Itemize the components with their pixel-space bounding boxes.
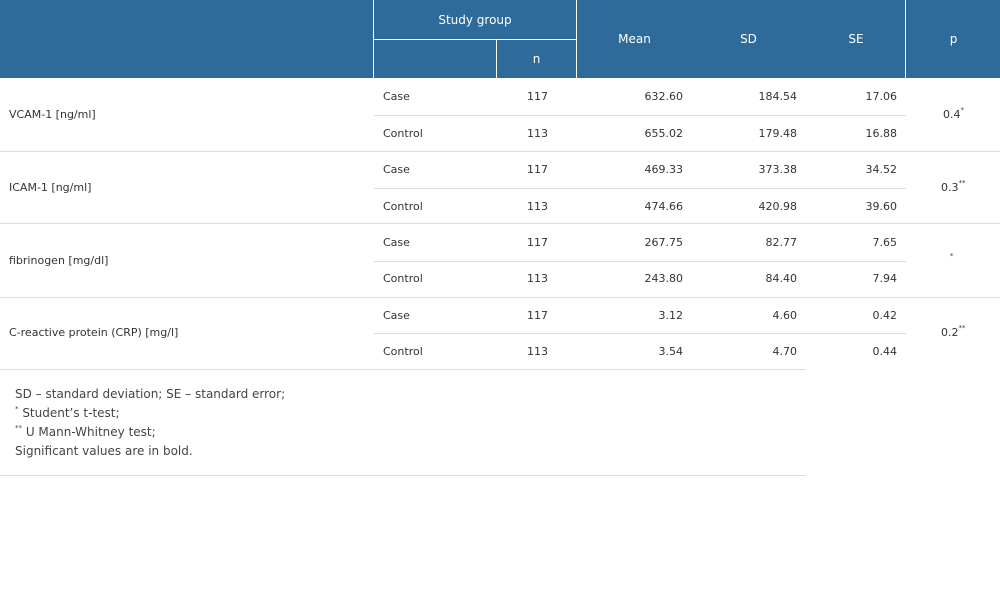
header-divider (374, 39, 576, 40)
sd-cell: 373.38 (758, 163, 798, 176)
p-value-marker: * (950, 252, 954, 260)
n-cell: 113 (527, 345, 548, 358)
header-divider (576, 0, 577, 78)
footnote-abbreviations: SD – standard deviation; SE – standard e… (15, 387, 286, 401)
row-label: ICAM-1 [ng/ml] (9, 181, 92, 194)
row-label: C-reactive protein (CRP) [mg/l] (9, 326, 179, 339)
p-value: 0.3 (941, 181, 959, 194)
header-se: SE (848, 32, 864, 46)
se-cell: 39.60 (865, 200, 898, 213)
header-study-group: Study group (438, 12, 512, 27)
se-cell: 17.06 (865, 90, 898, 103)
se-cell: 0.44 (872, 345, 898, 358)
row-divider (374, 333, 906, 334)
row-divider (374, 188, 906, 189)
sd-cell: 4.60 (772, 309, 798, 322)
row-divider (0, 223, 1000, 224)
footnote-ttest: * Student’s t-test; (15, 404, 285, 423)
group-cell: Control (383, 200, 423, 213)
mean-cell: 474.66 (644, 200, 684, 213)
sd-cell: 420.98 (758, 200, 798, 213)
p-value-marker: ** (958, 324, 966, 332)
group-cell: Control (383, 272, 423, 285)
se-cell: 7.65 (872, 236, 898, 249)
group-cell: Case (383, 236, 410, 249)
group-cell: Case (383, 90, 410, 103)
sd-cell: 184.54 (758, 90, 798, 103)
group-cell: Case (383, 163, 410, 176)
row-divider (0, 297, 1000, 298)
row-divider (374, 261, 906, 262)
mean-cell: 3.54 (658, 345, 684, 358)
n-cell: 113 (527, 127, 548, 140)
table-header: Study group n Mean SD SE p (0, 0, 1000, 78)
footnote-text: Student’s t-test; (18, 406, 120, 420)
row-divider (374, 115, 906, 116)
header-mean: Mean (618, 32, 651, 46)
se-cell: 0.42 (872, 309, 898, 322)
row-label: fibrinogen [mg/dl] (9, 254, 109, 267)
p-value-cell: 0.2** (941, 324, 966, 340)
footnote-mann-whitney: ** U Mann-Whitney test; (15, 423, 285, 442)
header-n: n (532, 52, 541, 66)
footnote-text: U Mann-Whitney test; (22, 425, 156, 439)
mean-cell: 3.12 (658, 309, 684, 322)
mean-cell: 632.60 (644, 90, 684, 103)
group-cell: Control (383, 345, 423, 358)
header-divider (496, 39, 497, 78)
n-cell: 117 (527, 309, 548, 322)
footnotes: SD – standard deviation; SE – standard e… (15, 385, 285, 461)
footnote-marker: ** (15, 424, 22, 432)
header-divider (905, 0, 906, 78)
n-cell: 117 (527, 236, 548, 249)
n-cell: 117 (527, 90, 548, 103)
mean-cell: 243.80 (644, 272, 684, 285)
row-divider (0, 151, 1000, 152)
mean-cell: 469.33 (644, 163, 684, 176)
header-sd: SD (740, 32, 757, 46)
footer-divider (0, 475, 806, 476)
n-cell: 113 (527, 272, 548, 285)
p-value: 0.4 (943, 108, 961, 121)
footnote-bold-note: Significant values are in bold. (15, 444, 193, 458)
sd-cell: 82.77 (765, 236, 798, 249)
se-cell: 7.94 (872, 272, 898, 285)
p-value: 0.2 (941, 326, 959, 339)
p-value-marker: * (960, 106, 965, 114)
sd-cell: 4.70 (772, 345, 798, 358)
row-divider (0, 369, 806, 370)
sd-cell: 84.40 (765, 272, 798, 285)
table-figure: Study group n Mean SD SE p VCAM-1 [ng/ml… (0, 0, 1000, 600)
se-cell: 16.88 (865, 127, 898, 140)
p-value-cell: 0.4* (943, 106, 965, 122)
row-label: VCAM-1 [ng/ml] (9, 108, 96, 121)
group-cell: Case (383, 309, 410, 322)
mean-cell: 655.02 (644, 127, 684, 140)
group-cell: Control (383, 127, 423, 140)
n-cell: 113 (527, 200, 548, 213)
p-value-marker: ** (958, 179, 966, 187)
header-p: p (949, 32, 958, 46)
sd-cell: 179.48 (758, 127, 798, 140)
p-value-cell: * (950, 252, 954, 268)
p-value-cell: 0.3** (941, 179, 966, 195)
se-cell: 34.52 (865, 163, 898, 176)
n-cell: 117 (527, 163, 548, 176)
mean-cell: 267.75 (644, 236, 684, 249)
